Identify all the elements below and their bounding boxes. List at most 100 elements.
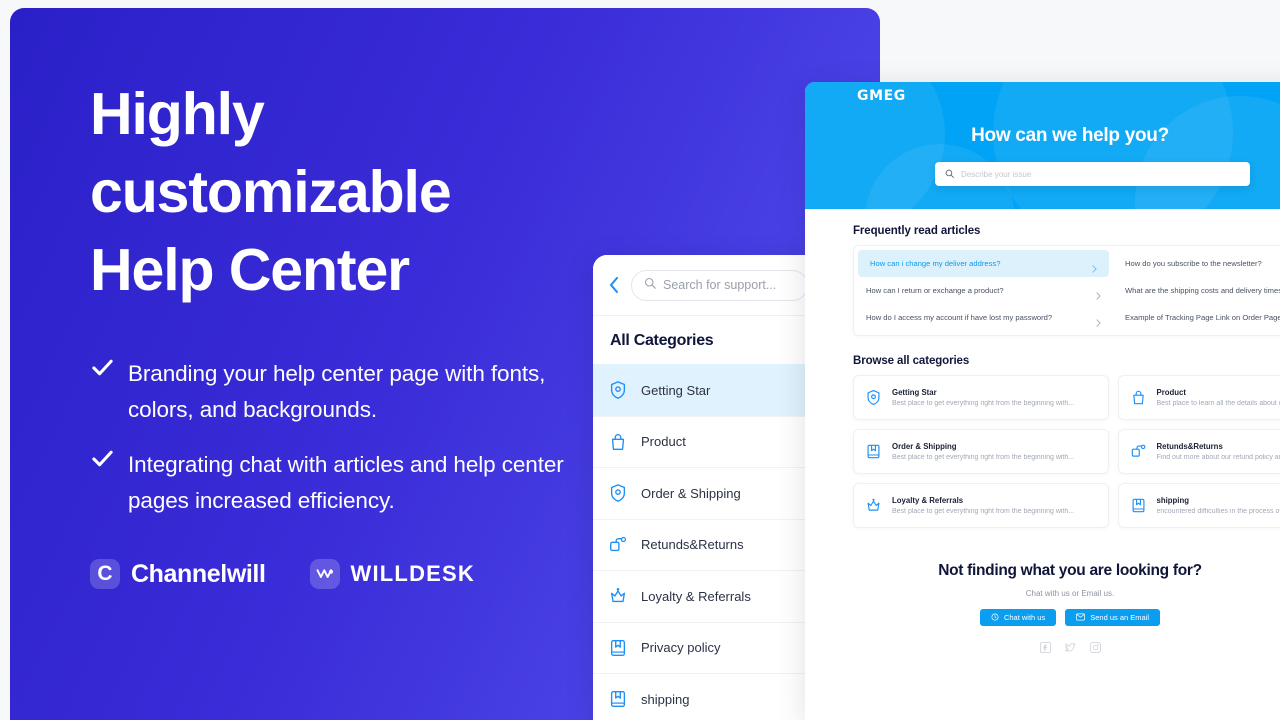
return-box-icon bbox=[1130, 443, 1147, 460]
category-card-order-shipping[interactable]: Order & Shipping Best place to get every… bbox=[853, 429, 1109, 474]
category-label: Order & Shipping bbox=[641, 485, 741, 501]
brand-logos: C Channelwill WILLDESK bbox=[90, 559, 610, 590]
category-label: Loyalty & Referrals bbox=[641, 588, 751, 604]
bookmark-book-icon bbox=[608, 689, 628, 709]
article-title: Example of Tracking Page Link on Order P… bbox=[1125, 313, 1280, 322]
screenshot-root: Highly customizable Help Center Branding… bbox=[0, 0, 1280, 720]
help-center-body: Frequently read articles How can i chang… bbox=[805, 209, 1280, 653]
category-card-desc: Best place to get everything right from … bbox=[892, 454, 1075, 461]
category-label: Privacy policy bbox=[641, 640, 721, 656]
category-card-title: Loyalty & Referrals bbox=[892, 496, 964, 505]
social-links bbox=[805, 640, 1280, 653]
category-card-loyalty-referrals[interactable]: Loyalty & Referrals Best place to get ev… bbox=[853, 483, 1109, 528]
help-center-hero: GMEG How can we help you? Describe your … bbox=[805, 82, 1280, 209]
channelwill-logo-icon: C bbox=[90, 559, 120, 590]
hero-title-line-3: Help Center bbox=[90, 236, 410, 303]
browse-categories-heading: Browse all categories bbox=[853, 355, 970, 367]
hero-title-line-2: customizable bbox=[90, 158, 452, 225]
brand-willdesk: WILLDESK bbox=[309, 559, 475, 590]
bag-icon bbox=[1130, 389, 1147, 406]
check-icon bbox=[90, 356, 114, 382]
store-logo: GMEG bbox=[857, 88, 906, 104]
crown-icon bbox=[608, 586, 628, 606]
category-label: Retunds&Returns bbox=[641, 537, 744, 553]
category-card-text: Retunds&Returns Find out more about our … bbox=[1157, 442, 1280, 461]
article-title: What are the shipping costs and delivery… bbox=[1125, 286, 1280, 295]
chat-bubble-icon bbox=[991, 613, 999, 623]
return-box-icon bbox=[608, 535, 628, 555]
channelwill-mark-letter: C bbox=[97, 561, 113, 585]
channelwill-label: Channelwill bbox=[131, 559, 266, 588]
page-title: Highly customizable Help Center bbox=[90, 76, 610, 310]
chevron-right-icon bbox=[1092, 260, 1097, 273]
footer-buttons: Chat with us Send us an Email bbox=[805, 609, 1280, 626]
category-card-desc: Find out more about our retund policy an… bbox=[1156, 454, 1280, 461]
email-button-label: Send us an Email bbox=[1090, 613, 1150, 622]
willdesk-logo-icon bbox=[309, 559, 340, 590]
category-card-text: Order & Shipping Best place to get every… bbox=[892, 442, 1097, 461]
browse-categories-grid: Getting Star Best place to get everythin… bbox=[853, 375, 1280, 528]
category-card-title: Getting Star bbox=[892, 388, 937, 397]
bookmark-book-icon bbox=[865, 443, 882, 460]
feature-text: Branding your help center page with font… bbox=[128, 360, 546, 423]
help-center-title: How can we help you? bbox=[971, 125, 1169, 146]
shield-check-icon bbox=[608, 380, 628, 400]
search-input[interactable]: Search for support... bbox=[631, 269, 808, 301]
category-card-refunds-returns[interactable]: Retunds&Returns Find out more about our … bbox=[1117, 429, 1280, 474]
category-card-title: Product bbox=[1156, 388, 1186, 397]
frequently-read-heading: Frequently read articles bbox=[853, 225, 981, 237]
help-center-preview: GMEG How can we help you? Describe your … bbox=[805, 82, 1280, 720]
category-card-getting-star[interactable]: Getting Star Best place to get everythin… bbox=[853, 375, 1109, 420]
search-icon bbox=[945, 165, 954, 183]
feature-text: Integrating chat with articles and help … bbox=[128, 451, 564, 513]
chat-button-label: Chat with us bbox=[1003, 613, 1046, 622]
category-card-desc: Best place to get everything right from … bbox=[892, 508, 1075, 515]
bookmark-book-icon bbox=[608, 638, 628, 658]
chevron-right-icon bbox=[1096, 314, 1101, 327]
shield-check-icon bbox=[865, 389, 882, 406]
articles-card: How can i change my deliver address? How… bbox=[853, 245, 1280, 336]
list-item[interactable]: Example of Tracking Page Link on Order P… bbox=[1113, 304, 1280, 331]
list-item[interactable]: How can I return or exchange a product? bbox=[854, 277, 1113, 304]
footer-subtitle: Chat with us or Email us. bbox=[1025, 589, 1115, 598]
category-card-text: shipping encountered difficulties in the… bbox=[1157, 496, 1280, 515]
article-title: How do I access my account if have lost … bbox=[866, 313, 1053, 322]
search-icon bbox=[644, 276, 656, 294]
article-title: How do you subscribe to the newsletter? bbox=[1125, 259, 1262, 268]
category-card-text: Product Best place to learn all the deta… bbox=[1157, 388, 1280, 407]
chevron-left-icon[interactable] bbox=[607, 275, 621, 295]
send-email-button[interactable]: Send us an Email bbox=[1065, 609, 1161, 626]
footer-title: Not finding what you are looking for? bbox=[938, 562, 1202, 579]
help-center-search-input[interactable]: Describe your issue bbox=[935, 162, 1250, 186]
envelope-icon bbox=[1076, 613, 1086, 623]
bag-icon bbox=[608, 432, 628, 452]
list-item[interactable]: How do you subscribe to the newsletter? bbox=[1113, 250, 1280, 277]
list-item[interactable]: What are the shipping costs and delivery… bbox=[1113, 277, 1280, 304]
list-item[interactable]: How can i change my deliver address? bbox=[858, 250, 1109, 277]
willdesk-label: WILLDESK bbox=[350, 561, 475, 587]
help-center-footer: Not finding what you are looking for? Ch… bbox=[805, 562, 1280, 653]
category-card-desc: encountered difficulties in the process … bbox=[1156, 508, 1280, 515]
list-item: Branding your help center page with font… bbox=[90, 356, 610, 429]
category-card-text: Loyalty & Referrals Best place to get ev… bbox=[892, 496, 1097, 515]
search-placeholder-text: Search for support... bbox=[663, 278, 777, 292]
facebook-icon[interactable] bbox=[1039, 640, 1051, 653]
category-card-desc: Best place to get everything right from … bbox=[892, 400, 1075, 407]
category-card-desc: Best place to learn all the details abou… bbox=[1156, 400, 1280, 407]
twitter-icon[interactable] bbox=[1063, 640, 1076, 652]
brand-channelwill: C Channelwill bbox=[90, 559, 266, 590]
shield-check-icon bbox=[608, 483, 628, 503]
category-card-shipping[interactable]: shipping encountered difficulties in the… bbox=[1117, 483, 1280, 528]
hero-feature-list: Branding your help center page with font… bbox=[90, 356, 610, 520]
article-title: How can I return or exchange a product? bbox=[866, 286, 1004, 295]
list-item[interactable]: How do I access my account if have lost … bbox=[854, 304, 1113, 331]
chevron-right-icon bbox=[1096, 287, 1101, 300]
search-placeholder-text: Describe your issue bbox=[961, 169, 1032, 179]
instagram-icon[interactable] bbox=[1089, 640, 1101, 653]
chat-with-us-button[interactable]: Chat with us bbox=[979, 609, 1057, 626]
category-card-product[interactable]: Product Best place to learn all the deta… bbox=[1117, 375, 1280, 420]
category-card-title: Order & Shipping bbox=[892, 442, 957, 451]
list-item: Integrating chat with articles and help … bbox=[90, 447, 610, 520]
category-card-title: Retunds&Returns bbox=[1156, 442, 1223, 451]
check-icon bbox=[90, 447, 114, 473]
